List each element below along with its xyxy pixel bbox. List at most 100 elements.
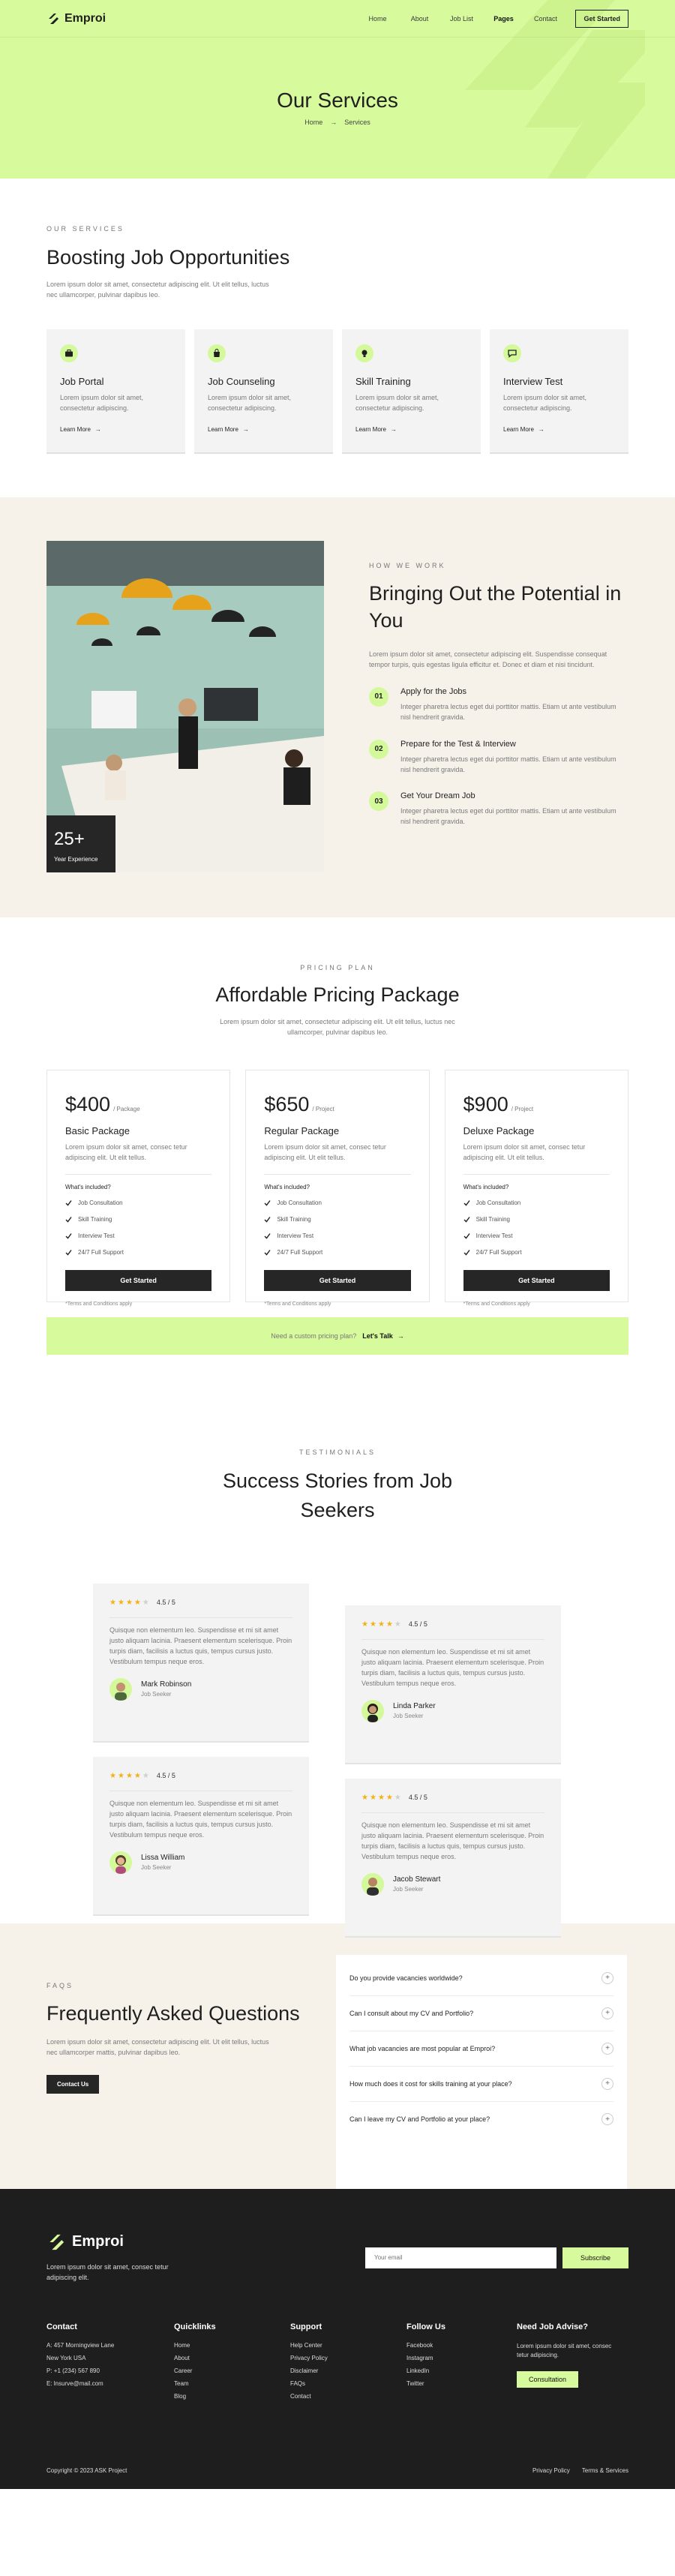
contact-line: New York USA bbox=[46, 2354, 86, 2361]
star-icon: ★ bbox=[110, 1598, 116, 1607]
plan-desc: Lorem ipsum dolor sit amet, consec tetur… bbox=[264, 1142, 386, 1161]
check-icon bbox=[264, 1200, 271, 1206]
nav-home[interactable]: Home bbox=[356, 15, 398, 23]
logo-icon bbox=[49, 13, 58, 24]
feature-label: Interview Test bbox=[277, 1232, 314, 1240]
nav-pages[interactable]: Pages bbox=[482, 15, 524, 23]
plus-icon[interactable]: + bbox=[602, 2042, 614, 2055]
footer-quicklinks: Quicklinks Home About Career Team Blog bbox=[174, 2322, 290, 2406]
brand-logo[interactable]: Emproi bbox=[46, 12, 106, 26]
get-started-button[interactable]: Get Started bbox=[575, 9, 628, 28]
plan-get-started-button[interactable]: Get Started bbox=[264, 1269, 411, 1291]
plan-feature: Interview Test bbox=[65, 1228, 212, 1244]
plus-icon[interactable]: + bbox=[602, 1971, 614, 1984]
custom-pricing-question: Need a custom pricing plan? bbox=[271, 1332, 357, 1340]
contact-email[interactable]: E: lnsurve@mail.com bbox=[46, 2380, 174, 2393]
check-icon bbox=[65, 1250, 72, 1256]
service-title: Interview Test bbox=[503, 375, 563, 387]
plus-icon[interactable]: + bbox=[602, 2007, 614, 2019]
learn-more-label: Learn More bbox=[356, 425, 386, 433]
social-link-twitter[interactable]: Twitter bbox=[406, 2380, 517, 2393]
newsletter-form: Subscribe bbox=[365, 2247, 628, 2283]
contact-phone[interactable]: P: +1 (234) 567 890 bbox=[46, 2367, 174, 2380]
author-role: Job Seeker bbox=[393, 1713, 424, 1720]
nav-contact[interactable]: Contact bbox=[524, 15, 566, 23]
footer-link[interactable]: Privacy Policy bbox=[290, 2355, 406, 2367]
footer-logo[interactable]: Emproi bbox=[46, 2232, 182, 2252]
testimonial-author: Jacob Stewart Job Seeker bbox=[362, 1872, 544, 1896]
service-card[interactable]: Job Portal Lorem ipsum dolor sit amet, c… bbox=[46, 329, 185, 454]
terms-link[interactable]: Terms & Services bbox=[582, 2467, 628, 2474]
privacy-policy-link[interactable]: Privacy Policy bbox=[532, 2467, 570, 2474]
top-nav: Emproi Home About Job List Pages Contact… bbox=[0, 0, 675, 38]
rating-text: 4.5 / 5 bbox=[156, 1772, 176, 1780]
footer-columns: Contact A: 457 Morningview Lane New York… bbox=[46, 2322, 628, 2406]
footer-link[interactable]: Disclaimer bbox=[290, 2367, 406, 2380]
step-number: 02 bbox=[369, 739, 388, 759]
star-half-icon: ★ bbox=[142, 1598, 149, 1607]
plus-icon[interactable]: + bbox=[602, 2077, 614, 2090]
faq-item[interactable]: Can I leave my CV and Portfolio at your … bbox=[350, 2102, 614, 2137]
author-role: Job Seeker bbox=[141, 1691, 172, 1698]
faq-question: Can I consult about my CV and Portfolio? bbox=[350, 2009, 474, 2017]
faq-item[interactable]: What job vacancies are most popular at E… bbox=[350, 2031, 614, 2067]
learn-more-label: Learn More bbox=[60, 425, 91, 433]
plan-card-regular: $650/ Project Regular Package Lorem ipsu… bbox=[245, 1069, 430, 1307]
faq-item[interactable]: How much does it cost for skills trainin… bbox=[350, 2067, 614, 2102]
subscribe-button[interactable]: Subscribe bbox=[562, 2247, 628, 2268]
faq-question: Can I leave my CV and Portfolio at your … bbox=[350, 2115, 490, 2124]
learn-more-link[interactable]: Learn More → bbox=[356, 426, 467, 433]
footer-link[interactable]: Blog bbox=[174, 2393, 290, 2406]
footer-bottom: Copyright © 2023 ASK Project Privacy Pol… bbox=[46, 2467, 628, 2474]
avatar bbox=[362, 1872, 384, 1896]
consultation-button[interactable]: Consultation bbox=[517, 2370, 579, 2388]
experience-badge: 25+ Year Experience bbox=[46, 815, 116, 872]
included-label: What's included? bbox=[65, 1183, 111, 1190]
breadcrumb-home[interactable]: Home bbox=[304, 119, 322, 126]
nav-job-list[interactable]: Job List bbox=[440, 15, 482, 23]
step-item: 02 Prepare for the Test & Interview Integ… bbox=[369, 739, 628, 776]
star-icon: ★ bbox=[369, 1793, 376, 1802]
footer-link[interactable]: Home bbox=[174, 2342, 290, 2355]
footer-link[interactable]: FAQs bbox=[290, 2380, 406, 2393]
plan-name: Regular Package bbox=[264, 1124, 340, 1136]
faq-item[interactable]: Can I consult about my CV and Portfolio?… bbox=[350, 1996, 614, 2031]
breadcrumb-arrow-icon: → bbox=[330, 119, 338, 126]
social-link-instagram[interactable]: Instagram bbox=[406, 2355, 517, 2367]
learn-more-link[interactable]: Learn More → bbox=[503, 426, 615, 433]
social-link-facebook[interactable]: Facebook bbox=[406, 2342, 517, 2355]
plan-get-started-button[interactable]: Get Started bbox=[463, 1269, 610, 1291]
star-icon: ★ bbox=[117, 1598, 124, 1607]
service-text: Lorem ipsum dolor sit amet, consectetur … bbox=[60, 393, 144, 412]
newsletter-email-input[interactable] bbox=[365, 2247, 556, 2268]
footer-heading: Quicklinks bbox=[174, 2322, 216, 2331]
service-card[interactable]: Job Counseling Lorem ipsum dolor sit ame… bbox=[194, 329, 333, 454]
testimonial-author: Mark Robinson Job Seeker bbox=[110, 1677, 292, 1701]
faq-question: Do you provide vacancies worldwide? bbox=[350, 1974, 463, 1982]
faq-item[interactable]: Do you provide vacancies worldwide? + bbox=[350, 1961, 614, 1996]
brand-name: Emproi bbox=[64, 11, 106, 25]
footer-link[interactable]: About bbox=[174, 2355, 290, 2367]
footer-link[interactable]: Career bbox=[174, 2367, 290, 2380]
star-icon: ★ bbox=[386, 1793, 393, 1802]
footer-link[interactable]: Help Center bbox=[290, 2342, 406, 2355]
service-card[interactable]: Skill Training Lorem ipsum dolor sit ame… bbox=[342, 329, 481, 454]
lets-talk-link[interactable]: Let's Talk → bbox=[362, 1332, 404, 1340]
plus-icon[interactable]: + bbox=[602, 2113, 614, 2126]
social-link-linkedin[interactable]: LinkedIn bbox=[406, 2367, 517, 2380]
learn-more-link[interactable]: Learn More → bbox=[208, 426, 320, 433]
pricing-eyebrow: PRICING PLAN bbox=[300, 963, 375, 971]
step-number: 01 bbox=[369, 686, 388, 707]
learn-more-link[interactable]: Learn More → bbox=[60, 426, 172, 433]
contact-us-button[interactable]: Contact Us bbox=[46, 2074, 100, 2094]
plan-desc: Lorem ipsum dolor sit amet, consec tetur… bbox=[65, 1142, 188, 1161]
footer-link[interactable]: Contact bbox=[290, 2393, 406, 2406]
step-text: Integer pharetra lectus eget dui porttit… bbox=[400, 702, 616, 721]
nav-about[interactable]: About bbox=[398, 15, 440, 23]
footer-link[interactable]: Team bbox=[174, 2380, 290, 2393]
faq-list: Do you provide vacancies worldwide? + Can… bbox=[336, 1954, 627, 2189]
plan-get-started-button[interactable]: Get Started bbox=[65, 1269, 212, 1291]
lightbulb-icon bbox=[356, 344, 374, 362]
service-card[interactable]: Interview Test Lorem ipsum dolor sit ame… bbox=[490, 329, 628, 454]
footer-brand: Emproi Lorem ipsum dolor sit amet, conse… bbox=[46, 2232, 182, 2283]
